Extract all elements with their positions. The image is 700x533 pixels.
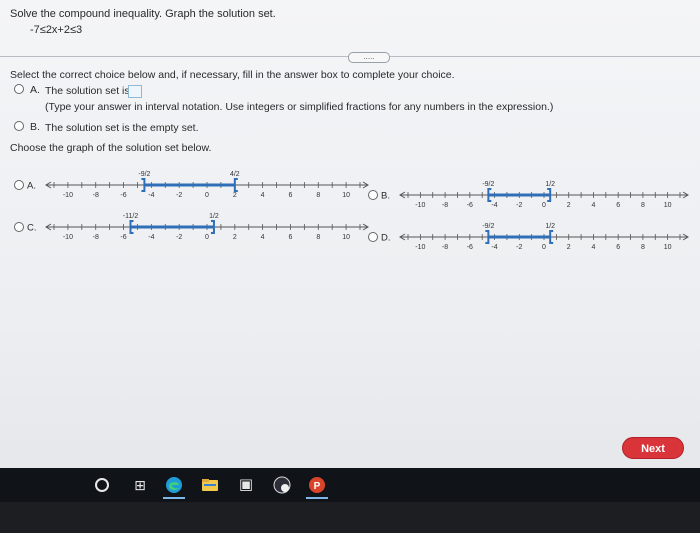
tick-label: -8 [93,234,99,241]
tick-label: 8 [316,234,320,241]
tick-label: -2 [176,192,182,199]
option-a-radio[interactable] [14,84,24,94]
tick-label: -4 [148,192,154,199]
edge-active-indicator [163,497,185,499]
option-a-hint: (Type your answer in interval notation. … [45,101,554,113]
expand-dots-button[interactable]: ..... [348,52,390,63]
tick-label: 10 [664,202,672,209]
tick-label: 0 [205,192,209,199]
answer-input-box[interactable] [128,85,142,98]
office-icon-letter: P [314,481,321,492]
store-icon[interactable]: ▣ [237,476,255,494]
tick-label: -4 [491,244,497,251]
tick-label: -4 [148,234,154,241]
office-icon[interactable]: P [308,476,326,494]
tick-label: -6 [467,202,473,209]
cortana-icon[interactable] [95,478,109,492]
tick-label: 2 [233,234,237,241]
tick-label: 8 [316,192,320,199]
office-active-indicator [306,497,328,499]
graph-option-d-label: D. [381,233,391,244]
graph-option-b-label: B. [381,191,390,202]
left-endpoint-label: -9/2 [482,223,494,230]
tick-label: 6 [616,202,620,209]
screen-bezel [0,502,700,533]
tick-label: -6 [120,192,126,199]
app-icon[interactable] [273,476,291,494]
tick-label: -4 [491,202,497,209]
tick-label: -6 [120,234,126,241]
tick-label: 10 [664,244,672,251]
graph-option-b-radio[interactable] [368,190,378,200]
left-endpoint-label: -9/2 [138,171,150,178]
graph-choices: A. -10 -8 -6 -4 -2 0 2 4 6 8 10 -9/2 4/2 B. -10 -8 -6 -4 -2… [14,171,689,251]
tick-label: 0 [542,202,546,209]
graph-option-c-radio[interactable] [14,222,24,232]
option-a-text: The solution set is [45,85,130,97]
tick-label: 2 [567,202,571,209]
option-b-label: B. [30,121,40,133]
tick-label: -6 [467,244,473,251]
tick-label: -2 [176,234,182,241]
right-endpoint-label: 1/2 [545,223,555,230]
tick-label: 4 [592,244,596,251]
tick-label: -10 [415,244,425,251]
graph-option-c-label: C. [27,223,37,234]
tick-label: -10 [63,234,73,241]
tick-label: 6 [289,192,293,199]
tick-label: -10 [415,202,425,209]
tick-label: 6 [616,244,620,251]
option-a-label: A. [30,84,40,96]
right-endpoint-label: 1/2 [545,181,555,188]
task-view-icon[interactable]: ⊞ [131,476,149,494]
tick-label: 6 [289,234,293,241]
graph-option-a-label: A. [27,181,36,192]
tick-label: 10 [342,234,350,241]
graph-prompt: Choose the graph of the solution set bel… [10,142,212,154]
tick-label: 2 [567,244,571,251]
left-endpoint-label: -9/2 [482,181,494,188]
tick-label: 4 [261,234,265,241]
tick-label: -10 [63,192,73,199]
tick-label: 8 [641,202,645,209]
tick-label: 0 [205,234,209,241]
file-explorer-icon[interactable] [201,476,219,494]
tick-label: 8 [641,244,645,251]
tick-label: -8 [93,192,99,199]
tick-label: -2 [516,244,522,251]
instruction-text: Select the correct choice below and, if … [10,69,455,81]
problem-title: Solve the compound inequality. Graph the… [10,8,276,20]
problem-expression: -7≤2x+2≤3 [30,24,83,36]
edge-icon[interactable] [165,476,183,494]
tick-label: -8 [442,202,448,209]
tick-label: -8 [442,244,448,251]
right-endpoint-label: 4/2 [230,171,240,178]
tick-label: 4 [261,192,265,199]
graph-option-d-radio[interactable] [368,232,378,242]
option-b-radio[interactable] [14,121,24,131]
tick-label: -2 [516,202,522,209]
tick-label: 0 [542,244,546,251]
tick-label: 4 [592,202,596,209]
right-endpoint-label: 1/2 [209,213,219,220]
option-b-text: The solution set is the empty set. [45,122,199,134]
left-endpoint-label: -11/2 [123,213,139,220]
graph-option-a-radio[interactable] [14,180,24,190]
tick-label: 10 [342,192,350,199]
tick-label: 2 [233,192,237,199]
next-button[interactable]: Next [622,437,684,459]
